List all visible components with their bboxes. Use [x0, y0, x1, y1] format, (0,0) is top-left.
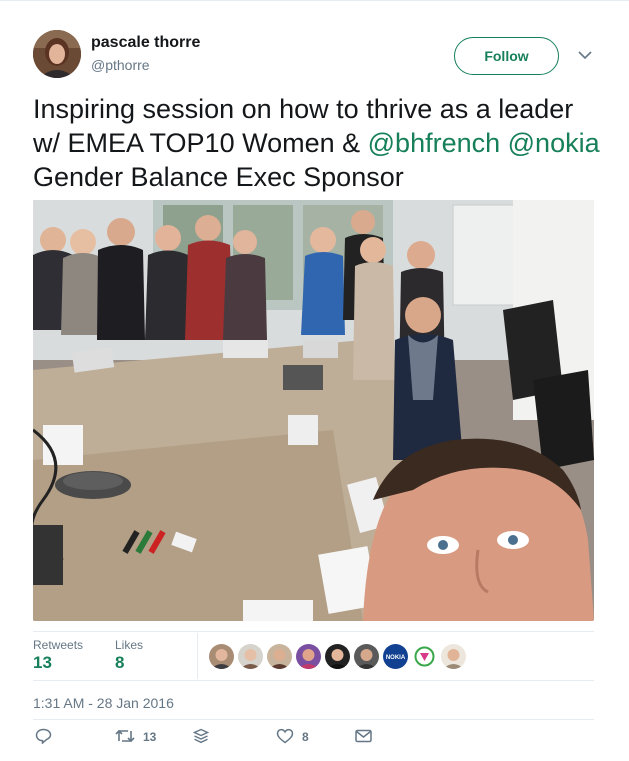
divider [33, 680, 594, 681]
author-handle[interactable]: @pthorre [91, 57, 150, 73]
liker-avatar[interactable] [296, 644, 321, 669]
divider [33, 719, 594, 720]
mention-link-bhfrench[interactable]: @bhfrench [368, 128, 500, 158]
direct-message-button[interactable] [355, 727, 372, 747]
likers-avatar-list: NOKIA [209, 644, 466, 669]
stack-button[interactable] [192, 727, 210, 747]
tweet-text-part: Gender Balance Exec Sponsor [33, 162, 404, 192]
liker-avatar[interactable] [267, 644, 292, 669]
reply-icon [35, 728, 52, 747]
like-button[interactable]: 8 [276, 727, 309, 747]
divider [33, 631, 594, 632]
reply-button[interactable] [35, 727, 52, 747]
liker-avatar-nokia[interactable]: NOKIA [383, 644, 408, 669]
stack-icon [192, 728, 210, 747]
retweets-label[interactable]: Retweets [33, 638, 83, 652]
follow-button[interactable]: Follow [454, 37, 559, 75]
liker-avatar[interactable] [325, 644, 350, 669]
likes-label[interactable]: Likes [115, 638, 143, 652]
retweets-count[interactable]: 13 [33, 653, 52, 673]
tweet-card: pascale thorre @pthorre Follow Inspiring… [0, 0, 629, 761]
caret-down-icon[interactable] [575, 45, 595, 65]
author-display-name[interactable]: pascale thorre [91, 34, 200, 52]
retweet-icon [115, 728, 135, 747]
liker-avatar[interactable] [209, 644, 234, 669]
liker-avatar[interactable] [441, 644, 466, 669]
author-avatar[interactable] [33, 30, 81, 78]
retweet-button[interactable]: 13 [115, 727, 156, 747]
tweet-text: Inspiring session on how to thrive as a … [33, 92, 603, 194]
like-count: 8 [302, 730, 309, 744]
tweet-timestamp[interactable]: 1:31 AM - 28 Jan 2016 [33, 695, 174, 711]
divider [197, 633, 198, 679]
retweet-count: 13 [143, 730, 157, 744]
liker-avatar[interactable] [238, 644, 263, 669]
tweet-photo[interactable] [33, 200, 594, 621]
likes-count[interactable]: 8 [115, 653, 124, 673]
envelope-icon [355, 729, 372, 746]
nokia-logo-text: NOKIA [386, 655, 406, 661]
liker-avatar[interactable] [354, 644, 379, 669]
heart-icon [276, 728, 294, 747]
mention-link-nokia[interactable]: @nokia [508, 128, 600, 158]
liker-avatar[interactable] [412, 644, 437, 669]
